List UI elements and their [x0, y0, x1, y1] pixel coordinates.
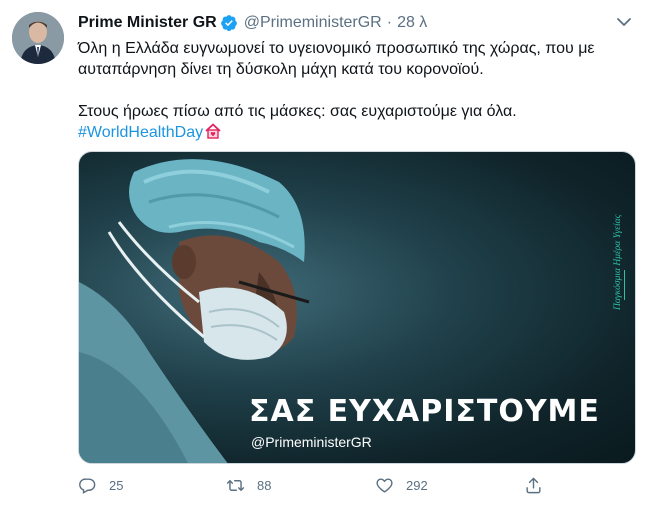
house-with-heart-icon — [204, 122, 222, 140]
author-handle[interactable]: @PrimeministerGR — [244, 14, 382, 32]
hashtag-link[interactable]: #WorldHealthDay — [78, 124, 203, 141]
media-handle: @PrimeministerGR — [251, 434, 372, 450]
verified-badge-icon — [220, 14, 238, 32]
heart-icon — [376, 478, 393, 493]
share-icon — [526, 477, 541, 494]
reply-count: 25 — [109, 478, 124, 493]
separator-dot: · — [386, 14, 393, 31]
chevron-down-icon[interactable] — [614, 12, 634, 32]
tweet-card[interactable]: Prime Minister GR @PrimeministerGR · 28 … — [0, 0, 654, 506]
media-headline: ΣΑΣ ΕΥΧΑΡΙΣΤΟΥΜΕ — [249, 394, 600, 429]
media-accent-line — [624, 270, 625, 300]
retweet-button[interactable]: 88 — [226, 476, 271, 495]
tweet-header: Prime Minister GR @PrimeministerGR · 28 … — [78, 12, 614, 34]
avatar-portrait — [12, 12, 64, 64]
tweet-text: Όλη η Ελλάδα ευγνωμονεί το υγειονομικό π… — [78, 38, 634, 143]
avatar[interactable] — [12, 12, 64, 64]
tweet-timestamp[interactable]: 28 λ — [397, 14, 427, 32]
reply-button[interactable]: 25 — [78, 476, 123, 495]
retweet-count: 88 — [257, 478, 272, 493]
tweet-text-line-2: Στους ήρωες πίσω από τις μάσκες: σας ευχ… — [78, 103, 517, 120]
like-count: 292 — [406, 478, 428, 493]
like-button[interactable]: 292 — [375, 476, 428, 495]
display-name[interactable]: Prime Minister GR — [78, 14, 217, 32]
tweet-media-image[interactable]: Παγκόσμια Ημέρα Υγείας ΣΑΣ ΕΥΧΑΡΙΣΤΟΥΜΕ … — [78, 151, 636, 464]
tweet-actions: 25 88 292 — [78, 476, 558, 498]
tweet-text-line-1: Όλη η Ελλάδα ευγνωμονεί το υγειονομικό π… — [78, 40, 595, 78]
retweet-icon — [226, 480, 245, 491]
reply-icon — [79, 478, 96, 494]
share-button[interactable] — [524, 476, 555, 495]
